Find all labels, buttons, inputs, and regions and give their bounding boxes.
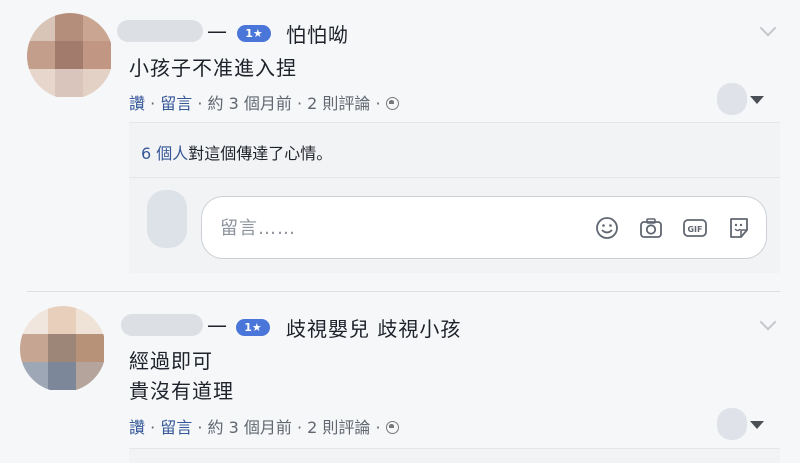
review-line: 小孩子不准進入捏 bbox=[129, 56, 297, 80]
post-meta: · 約 3 個月前 · 2 則評論 · bbox=[192, 418, 386, 437]
my-avatar-blurred bbox=[147, 190, 187, 248]
review-tagline: 怕怕呦 bbox=[286, 23, 349, 47]
avatar[interactable] bbox=[27, 13, 113, 99]
separator: · bbox=[145, 94, 161, 113]
reaction-count-link[interactable]: 6 個人 bbox=[141, 144, 188, 163]
reviewer-name-blurred[interactable] bbox=[121, 314, 203, 336]
globe-icon bbox=[385, 421, 399, 434]
reviewer-name-blurred[interactable] bbox=[117, 20, 203, 42]
comment-placeholder: 留言…… bbox=[220, 218, 296, 239]
rating-badge: 1★ bbox=[236, 319, 270, 336]
gif-icon[interactable]: GIF bbox=[682, 215, 708, 241]
chevron-down-icon[interactable] bbox=[759, 313, 777, 331]
emoji-icon[interactable] bbox=[594, 215, 620, 241]
sticker-icon[interactable] bbox=[726, 215, 752, 241]
chevron-down-icon[interactable] bbox=[750, 421, 764, 429]
like-link[interactable]: 讚 bbox=[129, 94, 145, 113]
post-actions: 讚 · 留言 · 約 3 個月前 · 2 則評論 · bbox=[129, 90, 399, 114]
review-text: 小孩子不准進入捏 bbox=[129, 52, 297, 81]
chevron-down-icon[interactable] bbox=[759, 19, 777, 37]
reaction-text: 對這個傳達了心情。 bbox=[188, 144, 333, 163]
review-tagline: 歧視嬰兒 歧視小孩 bbox=[286, 317, 462, 341]
review-post-2: — 1★ 歧視嬰兒 歧視小孩 經過即可 貴沒有道理 讚 · 留言 · 約 3 個… bbox=[0, 292, 800, 463]
avatar[interactable] bbox=[20, 306, 106, 392]
comment-input[interactable]: 留言…… GIF bbox=[201, 196, 767, 259]
review-post-1: — 1★ 怕怕呦 小孩子不准進入捏 讚 · 留言 · 約 3 個月前 · 2 則… bbox=[0, 0, 800, 290]
svg-text:GIF: GIF bbox=[687, 225, 702, 234]
like-link[interactable]: 讚 bbox=[129, 418, 145, 437]
review-line: 經過即可 bbox=[129, 349, 213, 373]
comment-section: 6 個人對這個傳達了心情。 留言…… GIF bbox=[129, 122, 780, 273]
name-dash: — bbox=[207, 313, 227, 337]
camera-icon[interactable] bbox=[638, 215, 664, 241]
reaction-summary: 6 個人對這個傳達了心情。 bbox=[141, 140, 332, 164]
comment-divider bbox=[129, 177, 780, 178]
chevron-down-icon[interactable] bbox=[750, 96, 764, 104]
review-text: 經過即可 貴沒有道理 bbox=[129, 346, 234, 406]
reaction-picker-blurred[interactable] bbox=[717, 408, 747, 440]
separator: · bbox=[145, 418, 161, 437]
globe-icon bbox=[385, 97, 399, 110]
rating-badge: 1★ bbox=[237, 25, 271, 42]
post-meta: · 約 3 個月前 · 2 則評論 · bbox=[192, 94, 386, 113]
comment-link[interactable]: 留言 bbox=[160, 94, 192, 113]
review-line: 貴沒有道理 bbox=[129, 379, 234, 403]
comment-link[interactable]: 留言 bbox=[160, 418, 192, 437]
post-actions: 讚 · 留言 · 約 3 個月前 · 2 則評論 · bbox=[129, 414, 399, 438]
reaction-picker-blurred[interactable] bbox=[717, 83, 747, 115]
name-dash: — bbox=[207, 19, 227, 43]
comment-section bbox=[129, 448, 780, 463]
